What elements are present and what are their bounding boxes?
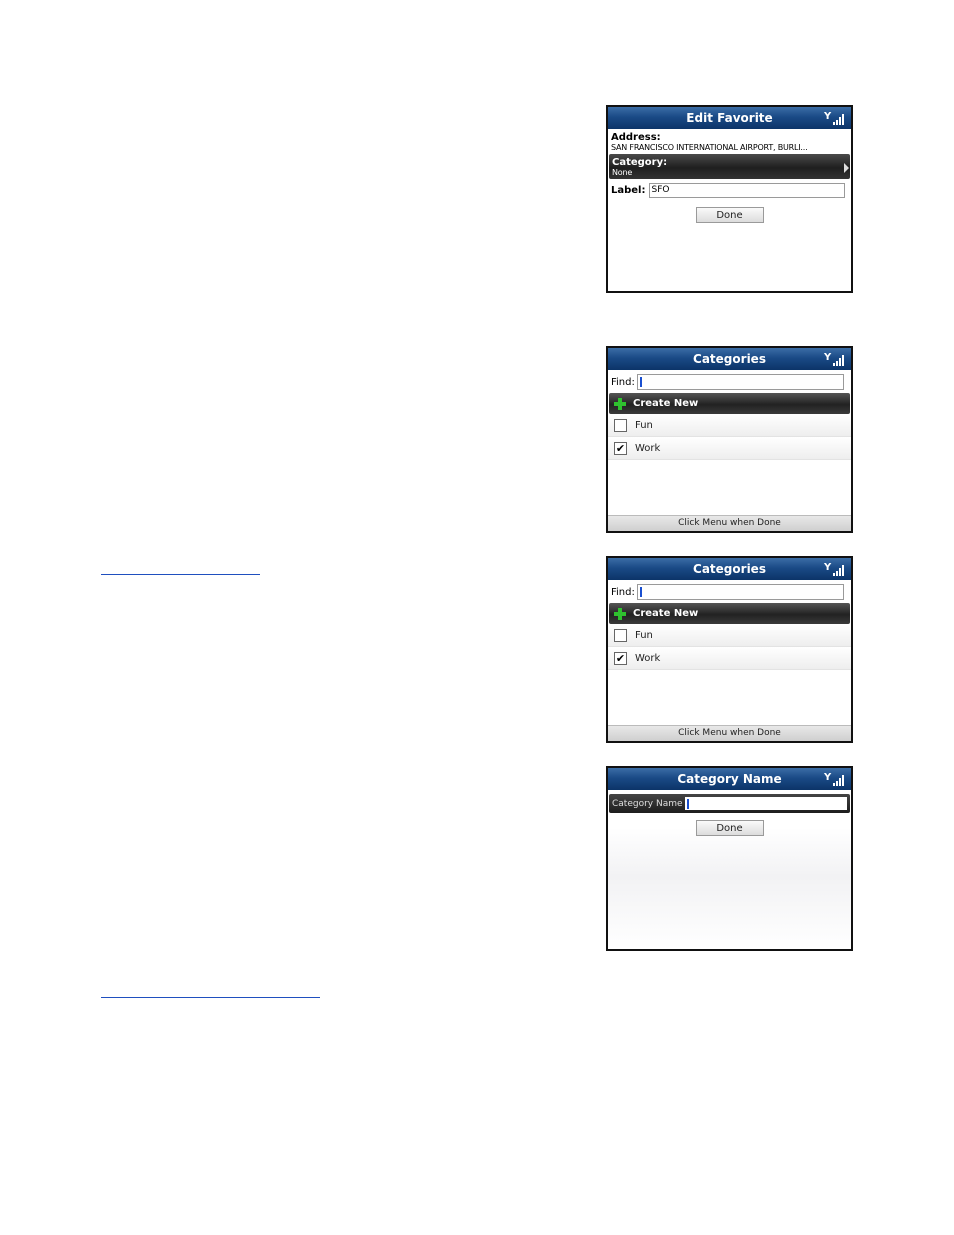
category-name-screen: Category Name Y Category Name Done bbox=[606, 766, 853, 951]
list-item[interactable]: ✔ Work bbox=[608, 437, 851, 460]
address-value: SAN FRANCISCO INTERNATIONAL AIRPORT, BUR… bbox=[611, 143, 808, 152]
list-item[interactable]: Fun bbox=[608, 414, 851, 437]
category-item-label: Fun bbox=[635, 629, 653, 641]
screen-title: Edit Favorite bbox=[686, 111, 773, 125]
signal-strength-icon: Y bbox=[824, 112, 848, 125]
category-item-label: Work bbox=[635, 652, 661, 664]
create-new-label: Create New bbox=[633, 398, 699, 409]
checkbox[interactable]: ✔ bbox=[614, 651, 627, 665]
signal-strength-icon: Y bbox=[824, 563, 848, 576]
find-row: Find: bbox=[611, 374, 844, 390]
signal-strength-icon: Y bbox=[824, 353, 848, 366]
find-label: Find: bbox=[611, 376, 635, 388]
categories-screen: Categories Y Find: Create New Fun ✔ Work… bbox=[606, 346, 853, 533]
checkbox[interactable] bbox=[614, 418, 627, 432]
category-field[interactable]: Category: None bbox=[609, 154, 850, 179]
address-field[interactable]: Address: SAN FRANCISCO INTERNATIONAL AIR… bbox=[608, 129, 851, 154]
category-item-label: Fun bbox=[635, 419, 653, 431]
edit-favorite-screen: Edit Favorite Y Address: SAN FRANCISCO I… bbox=[606, 105, 853, 293]
screen-title: Categories bbox=[693, 352, 766, 366]
address-label: Address: bbox=[611, 132, 661, 143]
text-cursor bbox=[686, 799, 689, 809]
text-cursor bbox=[639, 587, 642, 597]
create-new-label: Create New bbox=[633, 608, 699, 619]
checkbox[interactable] bbox=[614, 628, 627, 642]
find-input[interactable] bbox=[636, 374, 844, 390]
create-new-item[interactable]: Create New bbox=[609, 393, 850, 414]
find-row: Find: bbox=[611, 584, 844, 600]
title-bar: Categories Y bbox=[608, 558, 851, 580]
category-value: None bbox=[612, 168, 633, 177]
hyperlink-underline[interactable] bbox=[101, 574, 260, 575]
create-new-item[interactable]: Create New bbox=[609, 603, 850, 624]
category-name-input[interactable] bbox=[684, 797, 847, 810]
screen-title: Categories bbox=[693, 562, 766, 576]
plus-icon bbox=[614, 607, 626, 620]
checkbox[interactable]: ✔ bbox=[614, 441, 627, 455]
title-bar: Category Name Y bbox=[608, 768, 851, 790]
label-label: Label: bbox=[611, 185, 646, 196]
plus-icon bbox=[614, 397, 626, 410]
text-cursor bbox=[639, 377, 642, 387]
signal-strength-icon: Y bbox=[824, 773, 848, 786]
hyperlink-underline[interactable] bbox=[101, 997, 320, 998]
list-item[interactable]: Fun bbox=[608, 624, 851, 647]
category-label: Category: bbox=[612, 157, 668, 168]
label-field: Label: SFO bbox=[611, 183, 845, 198]
status-footer: Click Menu when Done bbox=[608, 725, 851, 741]
category-name-label: Category Name bbox=[612, 798, 683, 809]
status-footer: Click Menu when Done bbox=[608, 515, 851, 531]
find-label: Find: bbox=[611, 586, 635, 598]
find-input[interactable] bbox=[636, 584, 844, 600]
title-bar: Edit Favorite Y bbox=[608, 107, 851, 129]
title-bar: Categories Y bbox=[608, 348, 851, 370]
screen-title: Category Name bbox=[677, 772, 782, 786]
categories-screen: Categories Y Find: Create New Fun ✔ Work… bbox=[606, 556, 853, 743]
done-button[interactable]: Done bbox=[695, 820, 764, 836]
checkmark-icon: ✔ bbox=[615, 651, 626, 665]
category-name-row: Category Name bbox=[609, 794, 850, 813]
category-item-label: Work bbox=[635, 442, 661, 454]
done-button[interactable]: Done bbox=[695, 207, 764, 223]
checkmark-icon: ✔ bbox=[615, 441, 626, 455]
label-input[interactable]: SFO bbox=[648, 183, 845, 198]
list-item[interactable]: ✔ Work bbox=[608, 647, 851, 670]
screen-background bbox=[608, 828, 851, 949]
chevron-right-icon bbox=[844, 163, 849, 173]
